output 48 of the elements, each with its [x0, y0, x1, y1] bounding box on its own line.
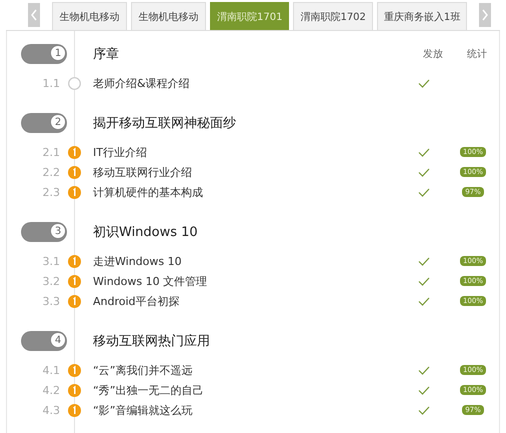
tab[interactable]: 生物机电移动 [52, 2, 127, 30]
alert-icon [68, 384, 81, 396]
alert-icon [68, 186, 81, 198]
lesson-title[interactable]: 老师介绍&课程介绍 [93, 76, 413, 90]
lesson-title[interactable]: “秀”出独一无二的自己 [93, 382, 413, 398]
tab[interactable]: 渭南职院1702 [293, 2, 373, 30]
chapter-title: 初识Windows 10 [93, 224, 198, 241]
lesson-title[interactable]: 计算机硬件的基本构成 [93, 184, 413, 200]
lesson-number: 3.3 [42, 294, 60, 308]
next-button[interactable] [479, 3, 492, 27]
chapter-toggle[interactable]: 3 [21, 222, 67, 242]
lesson-number: 3.2 [42, 274, 60, 288]
chevron-right-icon [482, 9, 488, 21]
previous-button[interactable] [28, 3, 40, 27]
chapter-title: 移动互联网热门应用 [93, 333, 210, 350]
tab[interactable]: 生物机电移动 [131, 2, 206, 30]
lesson-number: 3.1 [42, 254, 60, 268]
lesson-title[interactable]: Windows 10 文件管理 [93, 274, 413, 288]
lesson-number: 4.1 [42, 364, 60, 376]
tab[interactable]: 重庆商务嵌入1班 [376, 2, 468, 30]
alert-icon [68, 146, 81, 158]
alert-icon [68, 294, 81, 308]
chapter-toggle[interactable]: 1 [21, 44, 67, 64]
lesson-number: 2.3 [42, 186, 60, 198]
alert-icon [68, 274, 81, 288]
chapter-toggle[interactable]: 2 [21, 113, 67, 133]
lesson-title[interactable]: 走进Windows 10 [93, 254, 413, 268]
chapter-toggle[interactable]: 4 [21, 331, 67, 351]
lesson-number: 2.1 [42, 146, 60, 158]
lesson-number: 4.3 [42, 404, 60, 416]
alert-icon [68, 166, 81, 178]
alert-icon [68, 254, 81, 268]
lesson-title[interactable]: Android平台初探 [93, 294, 413, 308]
chevron-left-icon [31, 9, 37, 21]
lesson-title[interactable]: IT行业介绍 [93, 144, 413, 160]
alert-icon [68, 364, 81, 376]
lesson-number: 4.2 [42, 384, 60, 396]
alert-icon [68, 404, 81, 416]
column-header: 发放 [423, 48, 443, 61]
lesson-title[interactable]: “云”离我们并不遥远 [93, 362, 413, 378]
lesson-number: 2.2 [42, 166, 60, 178]
chapter-title: 揭开移动互联网神秘面纱 [93, 115, 236, 132]
circle-icon [68, 76, 81, 90]
lesson-title[interactable]: “影”音编辑就这么玩 [93, 402, 413, 418]
chapter-title: 序章 [93, 46, 119, 63]
lesson-title[interactable]: 移动互联网行业介绍 [93, 164, 413, 180]
lesson-number: 1.1 [42, 76, 60, 90]
column-header: 统计 [467, 48, 487, 61]
